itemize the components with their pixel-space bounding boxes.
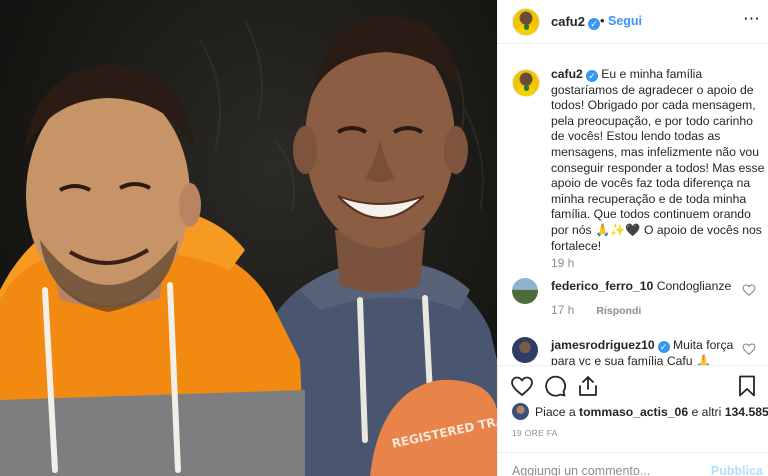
- post-actions: [498, 365, 768, 405]
- separator-dot: •: [600, 13, 605, 28]
- verified-badge-icon: ✓: [585, 70, 598, 82]
- caption-username[interactable]: cafu2 ✓: [551, 67, 598, 82]
- post-photo[interactable]: REGISTERED TRADEMARK: [0, 0, 497, 476]
- comment-time[interactable]: 17 h: [551, 303, 574, 317]
- verified-badge-icon: ✓: [587, 18, 600, 30]
- likes-text: Piace a tommaso_actis_06 e altri 134.585: [535, 405, 768, 419]
- liker-avatar[interactable]: [512, 403, 529, 420]
- follow-button[interactable]: Segui: [608, 14, 642, 28]
- pray-emoji-icon: 🙏: [595, 222, 611, 237]
- author-avatar[interactable]: [512, 8, 540, 36]
- add-comment-bar: Aggiungi un commento... Pubblica: [498, 452, 768, 476]
- comment-body: Condoglianze: [656, 279, 732, 293]
- reply-button[interactable]: Rispondi: [596, 305, 641, 317]
- more-options-icon[interactable]: ⋯: [743, 9, 761, 29]
- liker-username[interactable]: tommaso_actis_06: [579, 405, 688, 419]
- caption-text: cafu2 ✓ Eu e minha família gostaríamos de…: [551, 67, 765, 254]
- like-comment-heart-icon[interactable]: [742, 283, 756, 297]
- post-header: cafu2 ✓ • Segui ⋯: [498, 0, 768, 44]
- sparkle-emoji-icon: ✨: [610, 222, 626, 237]
- caption-time[interactable]: 19 h: [551, 256, 574, 270]
- likes-count[interactable]: 134.585: [725, 405, 768, 419]
- black-heart-emoji-icon: 🖤: [625, 222, 641, 237]
- comment-meta: 17 h Rispondi: [551, 303, 641, 317]
- publish-button[interactable]: Pubblica: [711, 464, 763, 476]
- comment-text: jamesrodriguez10 ✓ Muita força para vc e …: [551, 338, 741, 365]
- post-date[interactable]: 19 ORE FA: [512, 428, 558, 438]
- author-username[interactable]: cafu2 ✓: [551, 14, 600, 30]
- post-panel: cafu2 ✓ • Segui ⋯ cafu2 ✓ Eu e minha famíl…: [497, 0, 768, 476]
- likes-summary: Piace a tommaso_actis_06 e altri 134.585: [512, 402, 768, 422]
- comment-username[interactable]: jamesrodriguez10 ✓: [551, 338, 670, 353]
- pray-emoji-icon: 🙏: [695, 353, 712, 365]
- photo-illustration: REGISTERED TRADEMARK: [0, 17, 497, 476]
- comment-item: jamesrodriguez10 ✓ Muita força para vc e …: [512, 337, 762, 365]
- verified-badge-icon: ✓: [657, 341, 670, 353]
- bookmark-icon[interactable]: [735, 374, 759, 398]
- comment-username[interactable]: federico_ferro_10: [551, 279, 653, 293]
- comment-text: federico_ferro_10 Condoglianze: [551, 279, 731, 293]
- comment-input[interactable]: Aggiungi un commento...: [512, 464, 650, 476]
- like-comment-heart-icon[interactable]: [742, 342, 756, 356]
- comment-bubble-icon[interactable]: [543, 374, 567, 398]
- like-heart-icon[interactable]: [510, 374, 534, 398]
- comments-section[interactable]: cafu2 ✓ Eu e minha família gostaríamos de…: [498, 45, 768, 365]
- share-upload-icon[interactable]: [576, 374, 600, 398]
- caption-body: Eu e minha família gostaríamos de agrade…: [551, 67, 765, 237]
- commenter-avatar[interactable]: [512, 278, 538, 304]
- caption-avatar[interactable]: [512, 69, 540, 97]
- commenter-avatar[interactable]: [512, 337, 538, 363]
